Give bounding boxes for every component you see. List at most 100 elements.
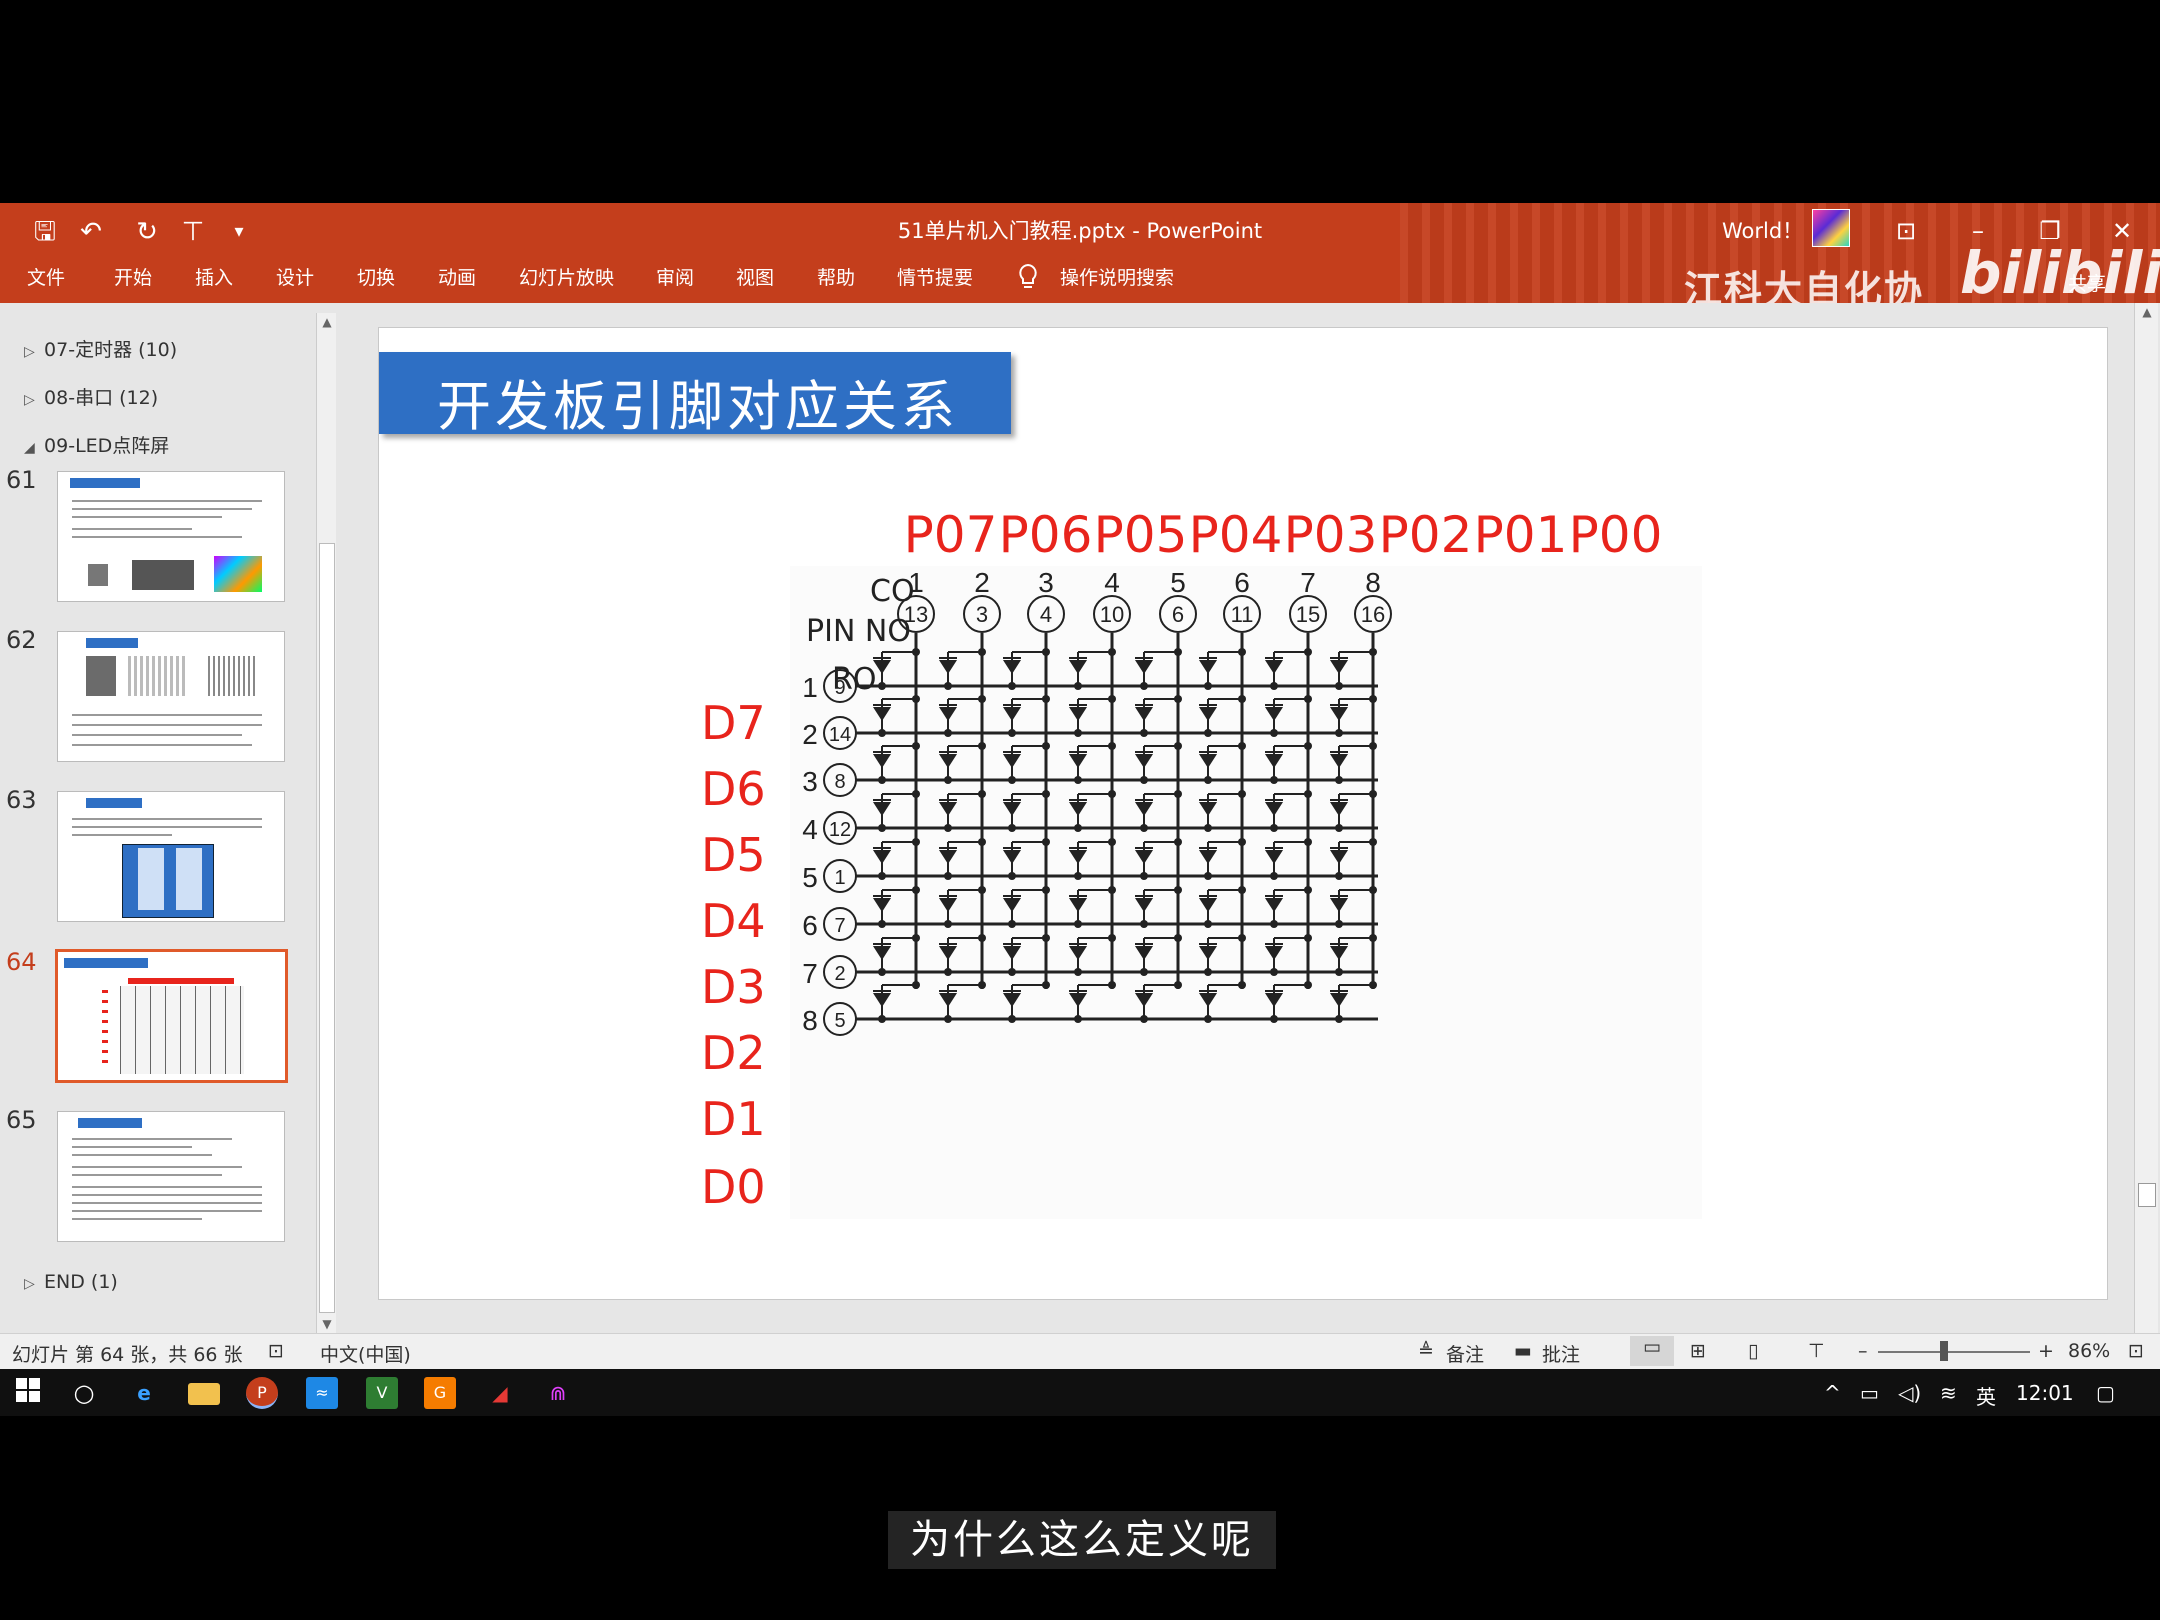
junction-dot: [944, 776, 952, 784]
slide-title-box[interactable]: 开发板引脚对应关系: [379, 352, 1011, 438]
junction-dot: [1008, 729, 1016, 737]
zoom-out-icon[interactable]: –: [1858, 1340, 1868, 1362]
thumb-text-line: [72, 1202, 262, 1204]
column-pin-number: 10: [1100, 602, 1124, 627]
reading-view-icon[interactable]: ▯: [1748, 1340, 1758, 1362]
ime-indicator[interactable]: 英: [1976, 1381, 1996, 1410]
scroll-up-icon[interactable]: ▲: [2135, 305, 2159, 319]
slide-thumbnail-63[interactable]: [57, 791, 285, 922]
battery-icon[interactable]: ▭: [1860, 1381, 1879, 1405]
user-name[interactable]: World！: [1722, 215, 1803, 245]
edge-icon[interactable]: e: [128, 1377, 160, 1409]
app-icon-blue[interactable]: ≈: [306, 1377, 338, 1409]
matrix-circuit: 1132334410566117158161 92 143 84 125 16 77 28 5: [802, 567, 1392, 1036]
slide-thumbnail-64[interactable]: [55, 949, 288, 1083]
zoom-slider-knob[interactable]: [1940, 1341, 1948, 1361]
scroll-up-icon[interactable]: ▲: [317, 315, 337, 329]
tab-review[interactable]: 审阅: [656, 263, 694, 290]
junction-dot: [1174, 838, 1182, 846]
zoom-level[interactable]: 86%: [2068, 1340, 2110, 1362]
file-explorer-icon[interactable]: [188, 1383, 220, 1405]
tab-storyboard[interactable]: 情节提要: [897, 263, 973, 290]
scrollbar-thumb[interactable]: [2138, 1183, 2156, 1207]
slide-number: 63: [6, 786, 37, 814]
spellcheck-icon[interactable]: ⊡: [268, 1340, 284, 1362]
row-number: 3: [802, 766, 818, 797]
thumb-image: [214, 556, 262, 592]
windows-start-icon[interactable]: [12, 1377, 44, 1409]
slide-canvas[interactable]: 开发板引脚对应关系 P07P06P05P04P03P02P01P00 D7 D6…: [378, 327, 2108, 1300]
share-button[interactable]: 共享: [2068, 269, 2106, 296]
slideshow-icon[interactable]: ⊤: [1808, 1340, 1825, 1362]
action-center-icon[interactable]: ▢: [2096, 1381, 2115, 1405]
junction-dot: [944, 920, 952, 928]
led-diode: [939, 898, 957, 912]
port-label: P02: [1378, 506, 1473, 564]
normal-view-icon[interactable]: ▭: [1630, 1336, 1674, 1366]
slide-sorter-icon[interactable]: ⊞: [1690, 1340, 1706, 1362]
slide-thumbnail-65[interactable]: [57, 1111, 285, 1242]
junction-dot: [1108, 648, 1116, 656]
tab-home[interactable]: 开始: [114, 263, 152, 290]
junction-dot: [1008, 824, 1016, 832]
cortana-icon[interactable]: ○: [68, 1377, 100, 1409]
section-serial[interactable]: ▷ 08-串口 (12): [24, 383, 158, 410]
comments-button[interactable]: 批注: [1542, 1340, 1580, 1367]
app-icon-magenta[interactable]: ⋒: [542, 1377, 574, 1409]
zoom-in-icon[interactable]: +: [2038, 1340, 2054, 1362]
comments-icon[interactable]: ▬: [1514, 1340, 1532, 1362]
led-diode: [939, 754, 957, 768]
app-icon-red[interactable]: ◢: [484, 1377, 516, 1409]
led-matrix-schematic[interactable]: CO PIN NO RO 1 13 2 3 3 4 4 10 5 6 6 11 7 15 8 16 1 9 2 14 3…: [790, 566, 1702, 1219]
thumbnail-scrollbar[interactable]: ▲ ▼: [316, 313, 336, 1338]
tell-me-search[interactable]: 操作说明搜索: [1060, 263, 1174, 290]
tab-insert[interactable]: 插入: [195, 263, 233, 290]
avatar[interactable]: [1812, 209, 1850, 247]
led-diode: [1265, 898, 1283, 912]
section-timer[interactable]: ▷ 07-定时器 (10): [24, 335, 177, 362]
tab-design[interactable]: 设计: [276, 263, 314, 290]
led-diode: [1330, 707, 1348, 721]
led-diode: [1265, 802, 1283, 816]
bilibili-logo: bilibili: [1960, 239, 2160, 303]
chevron-down-icon: ◢: [24, 440, 35, 456]
led-diode: [1135, 993, 1153, 1007]
tab-animations[interactable]: 动画: [438, 263, 476, 290]
tab-view[interactable]: 视图: [736, 263, 774, 290]
volume-icon[interactable]: ◁): [1898, 1381, 1921, 1405]
section-led-matrix[interactable]: ◢ 09-LED点阵屏: [24, 431, 169, 458]
led-diode: [939, 660, 957, 674]
zoom-slider[interactable]: [1878, 1351, 2030, 1353]
slide-thumbnail-61[interactable]: [57, 471, 285, 602]
app-icon-orange[interactable]: G: [424, 1377, 456, 1409]
section-end[interactable]: ▷ END (1): [24, 1271, 118, 1293]
wifi-icon[interactable]: ≋: [1940, 1381, 1957, 1405]
junction-dot: [1369, 838, 1377, 846]
junction-dot: [978, 695, 986, 703]
led-diode: [1069, 802, 1087, 816]
scrollbar-thumb[interactable]: [319, 543, 335, 1313]
tab-file[interactable]: 文件: [27, 263, 65, 290]
language-indicator[interactable]: 中文(中国): [320, 1340, 411, 1367]
junction-dot: [912, 934, 920, 942]
led-diode: [1265, 993, 1283, 1007]
slide-scrollbar[interactable]: ▲: [2134, 303, 2158, 1333]
thumb-image: [208, 656, 258, 696]
clock[interactable]: 12:01: [2016, 1381, 2074, 1405]
fit-to-window-icon[interactable]: ⊡: [2128, 1340, 2144, 1362]
tab-transitions[interactable]: 切换: [357, 263, 395, 290]
scroll-down-icon[interactable]: ▼: [317, 1317, 337, 1331]
tab-slideshow[interactable]: 幻灯片放映: [519, 263, 614, 290]
ribbon-display-icon[interactable]: ⊡: [1886, 213, 1926, 249]
slide-thumbnail-62[interactable]: [57, 631, 285, 762]
thumb-text-line: [72, 834, 172, 836]
junction-dot: [944, 968, 952, 976]
chevron-up-icon[interactable]: ^: [1824, 1381, 1841, 1405]
notes-button[interactable]: 备注: [1446, 1340, 1484, 1367]
notes-icon[interactable]: ≜: [1418, 1340, 1434, 1362]
junction-dot: [1042, 981, 1050, 989]
tab-help[interactable]: 帮助: [817, 263, 855, 290]
powerpoint-taskbar-icon[interactable]: P: [246, 1377, 278, 1409]
app-icon-green[interactable]: V: [366, 1377, 398, 1409]
led-diode: [873, 898, 891, 912]
